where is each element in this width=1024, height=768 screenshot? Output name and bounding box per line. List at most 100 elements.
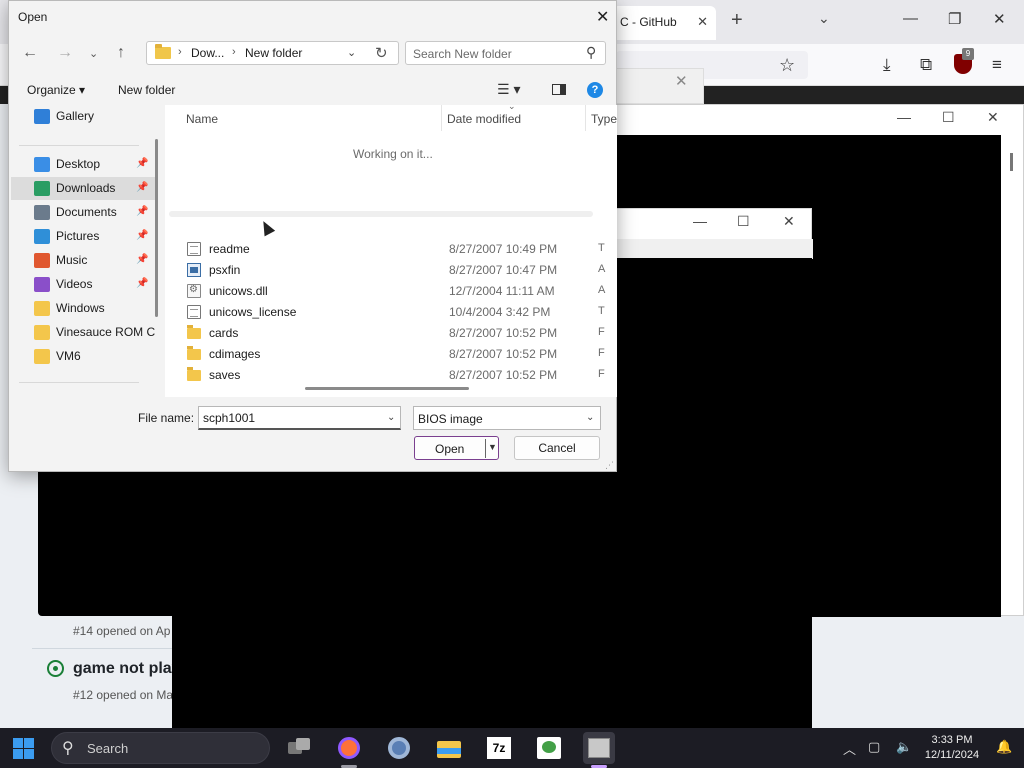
maximize-icon[interactable]: ☐ bbox=[737, 213, 750, 230]
close-icon[interactable]: ✕ bbox=[675, 72, 688, 90]
chevron-down-icon[interactable]: ⌄ bbox=[387, 412, 395, 423]
file-name: saves bbox=[209, 368, 241, 382]
file-row[interactable]: cdimages 8/27/2007 10:52 PM F bbox=[165, 344, 617, 365]
open-button[interactable]: Open ▼ bbox=[414, 436, 499, 460]
preview-pane-icon[interactable] bbox=[552, 84, 566, 95]
column-header-date[interactable]: Date modified bbox=[447, 112, 521, 126]
view-options-icon[interactable]: ☰ ▾ bbox=[497, 81, 520, 98]
chevron-down-icon[interactable]: ⌄ bbox=[347, 46, 356, 59]
issue-title-link[interactable]: game not play bbox=[73, 660, 181, 678]
file-row[interactable]: readme 8/27/2007 10:49 PM T bbox=[165, 239, 617, 260]
breadcrumb-new-folder[interactable]: New folder bbox=[245, 46, 302, 60]
column-header-name[interactable]: Name bbox=[186, 112, 218, 126]
emulator-app-icon[interactable] bbox=[583, 732, 615, 764]
file-date: 8/27/2007 10:52 PM bbox=[449, 368, 558, 382]
app-green-icon[interactable] bbox=[535, 734, 563, 762]
close-icon[interactable]: ✕ bbox=[783, 213, 795, 230]
back-icon[interactable]: ← bbox=[22, 44, 38, 62]
settings-icon[interactable] bbox=[385, 734, 413, 762]
open-dropdown-icon[interactable]: ▼ bbox=[488, 442, 497, 452]
file-explorer-icon[interactable] bbox=[435, 734, 463, 762]
network-icon[interactable]: ▢ bbox=[868, 739, 880, 755]
scrollbar[interactable] bbox=[1010, 153, 1013, 171]
file-list: Name ⌄ Date modified Type Working on it.… bbox=[165, 105, 617, 397]
maximize-icon[interactable]: ☐ bbox=[942, 109, 955, 126]
chevron-down-icon: ⌄ bbox=[586, 412, 595, 423]
bookmark-star-icon[interactable]: ☆ bbox=[779, 55, 795, 76]
file-type: F bbox=[598, 368, 605, 380]
restore-icon[interactable]: ❐ bbox=[948, 10, 961, 28]
resize-grip-icon[interactable]: ⋰ bbox=[605, 460, 614, 471]
file-type: F bbox=[598, 347, 605, 359]
new-tab-icon[interactable]: + bbox=[731, 9, 743, 32]
chevron-up-icon[interactable]: ︿ bbox=[843, 739, 856, 758]
menu-icon[interactable]: ≡ bbox=[992, 55, 1002, 75]
download-icon[interactable]: ⤓ bbox=[883, 55, 891, 75]
up-icon[interactable]: ↑ bbox=[117, 44, 125, 62]
nav-item[interactable]: Videos 📌 bbox=[11, 273, 157, 296]
nav-item[interactable]: Downloads 📌 bbox=[11, 177, 157, 200]
close-icon[interactable]: ✕ bbox=[596, 7, 609, 27]
issue-meta: #12 opened on Ma bbox=[73, 688, 174, 702]
7zip-icon[interactable]: 7z bbox=[485, 734, 513, 762]
application-icon bbox=[187, 263, 201, 277]
file-row[interactable]: unicows.dll 12/7/2004 11:11 AM A bbox=[165, 281, 617, 302]
nav-item[interactable]: Desktop 📌 bbox=[11, 153, 157, 176]
nav-item[interactable]: Vinesauce ROM C bbox=[11, 321, 157, 344]
volume-muted-icon[interactable]: 🔈 bbox=[896, 739, 912, 755]
recent-locations-icon[interactable]: ⌄ bbox=[89, 47, 98, 60]
taskbar-search[interactable]: ⚲ Search bbox=[51, 732, 270, 764]
nav-item[interactable]: Windows bbox=[11, 297, 157, 320]
nav-scrollbar[interactable] bbox=[155, 139, 158, 317]
nav-item[interactable]: Pictures 📌 bbox=[11, 225, 157, 248]
address-bar[interactable]: › Dow... › New folder ⌄ ↻ bbox=[146, 41, 399, 65]
minimize-icon[interactable]: — bbox=[693, 213, 707, 229]
file-type-select[interactable]: BIOS image ⌄ bbox=[413, 406, 601, 430]
file-name-field[interactable]: ⌄ bbox=[198, 406, 401, 430]
column-header-type[interactable]: Type bbox=[591, 112, 617, 126]
minimize-icon[interactable]: — bbox=[903, 10, 918, 27]
nav-item-label: Windows bbox=[56, 301, 105, 315]
file-row[interactable]: unicows_license 10/4/2004 3:42 PM T bbox=[165, 302, 617, 323]
file-type: A bbox=[598, 284, 606, 296]
file-row[interactable]: psxfin 8/27/2007 10:47 PM A bbox=[165, 260, 617, 281]
firefox-icon[interactable] bbox=[335, 734, 363, 762]
folder-icon bbox=[34, 349, 50, 364]
minimize-icon[interactable]: — bbox=[897, 109, 911, 125]
refresh-icon[interactable]: ↻ bbox=[375, 44, 388, 62]
nav-item[interactable]: Gallery bbox=[11, 105, 157, 128]
file-row[interactable]: saves 8/27/2007 10:52 PM F bbox=[165, 365, 617, 386]
nav-item[interactable]: Music 📌 bbox=[11, 249, 157, 272]
tab-close-icon[interactable]: ✕ bbox=[697, 14, 708, 30]
organize-button[interactable]: Organize ▾ bbox=[27, 83, 85, 97]
chevron-down-icon[interactable]: ⌄ bbox=[818, 10, 830, 27]
browser-tab-github[interactable]: C - GitHub ✕ bbox=[612, 6, 716, 40]
help-icon[interactable]: ? bbox=[587, 82, 603, 98]
nav-item-label: VM6 bbox=[56, 349, 81, 363]
task-view-icon[interactable] bbox=[285, 734, 313, 762]
file-date: 8/27/2007 10:47 PM bbox=[449, 263, 558, 277]
file-row[interactable]: cards 8/27/2007 10:52 PM F bbox=[165, 323, 617, 344]
extensions-icon[interactable]: ⧉ bbox=[920, 55, 932, 75]
notifications-icon[interactable]: 🔔 bbox=[996, 739, 1012, 755]
close-icon[interactable]: ✕ bbox=[993, 10, 1006, 28]
column-divider[interactable] bbox=[585, 105, 586, 131]
search-box[interactable]: Search New folder ⚲ bbox=[405, 41, 606, 65]
text-file-icon bbox=[187, 242, 201, 256]
nav-item[interactable]: Documents 📌 bbox=[11, 201, 157, 224]
horizontal-scrollbar[interactable] bbox=[305, 387, 469, 390]
breadcrumb-downloads[interactable]: Dow... bbox=[191, 46, 224, 60]
search-icon[interactable]: ⚲ bbox=[586, 44, 596, 61]
divider bbox=[19, 145, 139, 146]
start-icon[interactable] bbox=[13, 738, 34, 759]
file-name-input[interactable] bbox=[199, 407, 379, 429]
ublock-icon[interactable]: 9 bbox=[954, 48, 974, 74]
new-folder-button[interactable]: New folder bbox=[118, 83, 175, 97]
column-divider[interactable] bbox=[441, 105, 442, 131]
clock[interactable]: 3:33 PM 12/11/2024 bbox=[920, 733, 984, 763]
folder-icon bbox=[34, 301, 50, 316]
nav-item[interactable]: VM6 bbox=[11, 345, 157, 368]
close-icon[interactable]: ✕ bbox=[987, 109, 999, 126]
cancel-button[interactable]: Cancel bbox=[514, 436, 600, 460]
forward-icon[interactable]: → bbox=[57, 44, 73, 62]
